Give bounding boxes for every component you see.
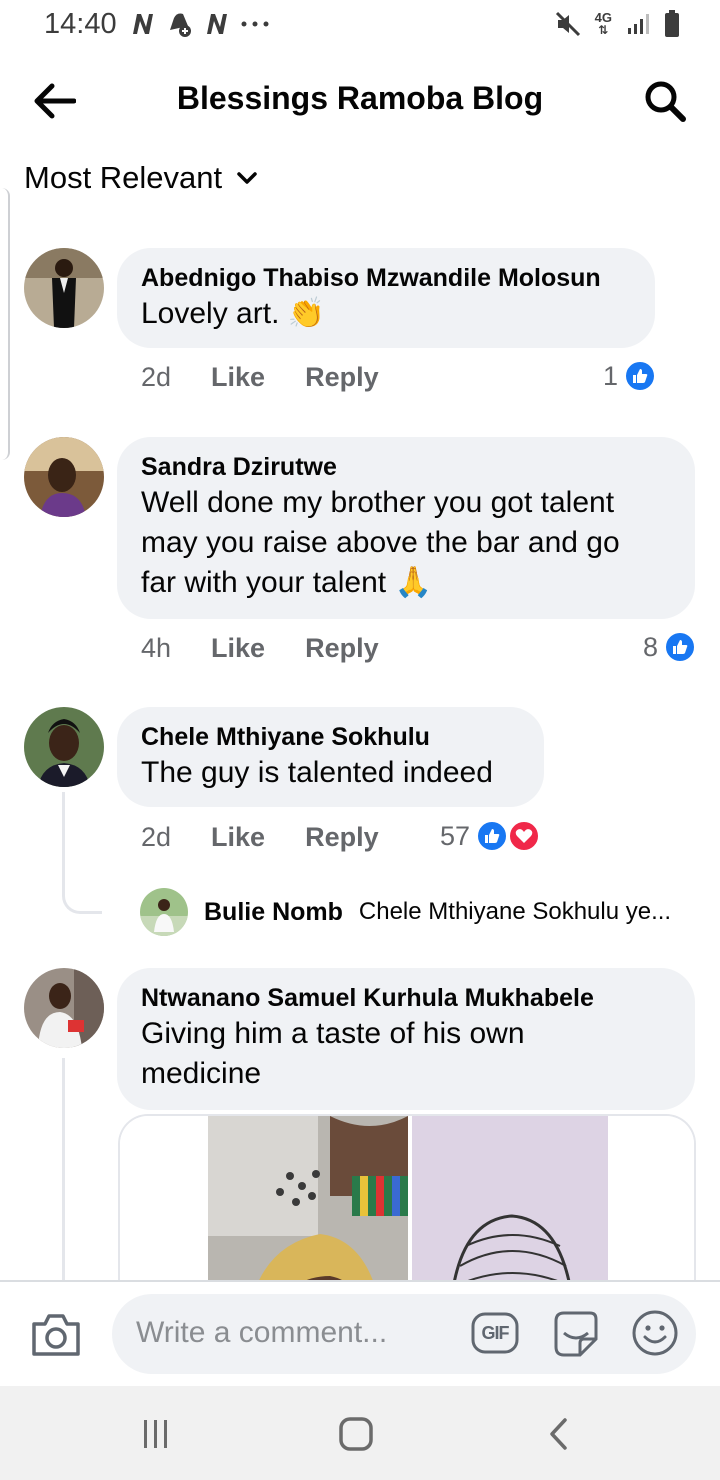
scroll-edge-divider xyxy=(0,188,10,460)
sort-label: Most Relevant xyxy=(24,160,223,195)
status-time: 14:40 xyxy=(44,8,117,40)
love-reaction-icon xyxy=(508,820,541,852)
home-button[interactable] xyxy=(326,1412,386,1456)
clapping-hands-emoji: 👏 xyxy=(287,297,326,330)
commenter-name[interactable]: Abednigo Thabiso Mzwandile Molosun xyxy=(141,262,631,294)
chevron-down-icon xyxy=(237,172,257,184)
comment-actions: 2d Like Reply xyxy=(141,822,379,853)
avatar[interactable] xyxy=(140,888,188,936)
notification-icons xyxy=(130,10,270,38)
avatar[interactable] xyxy=(24,968,104,1048)
reply-button[interactable]: Reply xyxy=(305,633,379,664)
system-back-button[interactable] xyxy=(528,1412,588,1456)
reply-preview[interactable]: Bulie Nomb Chele Mthiyane Sokhulu ye... xyxy=(140,888,671,936)
battery-icon xyxy=(665,10,679,37)
home-icon xyxy=(339,1417,373,1451)
comment-text-line: may you raise above the bar and go xyxy=(141,526,620,559)
comment-text-line: far with your talent 🙏 xyxy=(141,566,432,599)
comment-bubble[interactable]: Ntwanano Samuel Kurhula Mukhabele Giving… xyxy=(117,968,695,1110)
app-header: Blessings Ramoba Blog xyxy=(0,52,720,148)
more-dots-icon xyxy=(241,21,269,27)
recent-apps-icon xyxy=(144,1420,167,1448)
reply-button[interactable]: Reply xyxy=(305,362,379,393)
like-reaction-icon xyxy=(624,360,656,392)
chevron-left-icon xyxy=(550,1418,567,1450)
comment-time[interactable]: 2d xyxy=(141,362,171,393)
sticker-button[interactable] xyxy=(550,1308,600,1358)
camera-button[interactable] xyxy=(30,1312,82,1360)
comment-text: Lovely art. 👏 xyxy=(141,297,326,330)
comment-time[interactable]: 4h xyxy=(141,633,171,664)
page-title: Blessings Ramoba Blog xyxy=(176,80,544,116)
gif-button[interactable]: GIF xyxy=(470,1308,520,1358)
comment-actions: 4h Like Reply xyxy=(141,633,379,664)
notification-badge-icon xyxy=(170,13,191,37)
gif-label: GIF xyxy=(481,1322,510,1343)
reaction-count: 57 xyxy=(440,820,471,851)
signal-icon xyxy=(628,14,649,34)
like-button[interactable]: Like xyxy=(211,633,265,664)
comment-actions: 2d Like Reply xyxy=(141,362,379,393)
reply-button[interactable]: Reply xyxy=(305,822,379,853)
reply-text: Chele Mthiyane Sokhulu ye... xyxy=(358,898,672,925)
emoji-icon xyxy=(632,1310,678,1356)
reaction-summary[interactable]: 8 xyxy=(643,631,696,663)
reaction-summary[interactable]: 1 xyxy=(603,360,656,392)
sticker-icon xyxy=(554,1311,598,1357)
comment-text-line: Well done my brother you got talent xyxy=(141,486,615,519)
commenter-name[interactable]: Sandra Dzirutwe xyxy=(141,451,671,483)
comment-composer: Write a comment... GIF xyxy=(0,1280,720,1386)
commenter-name[interactable]: Chele Mthiyane Sokhulu xyxy=(141,721,520,753)
sort-dropdown[interactable]: Most Relevant xyxy=(24,160,258,196)
reaction-count: 8 xyxy=(642,631,658,662)
like-button[interactable]: Like xyxy=(211,362,265,393)
praying-hands-emoji: 🙏 xyxy=(394,566,432,599)
reaction-summary[interactable]: 57 xyxy=(440,820,541,852)
n-logo-icon xyxy=(207,14,227,34)
like-button[interactable]: Like xyxy=(211,822,265,853)
n-logo-icon xyxy=(133,14,153,34)
reply-thread-line xyxy=(62,792,102,914)
recent-apps-button[interactable] xyxy=(126,1412,186,1456)
commenter-name[interactable]: Ntwanano Samuel Kurhula Mukhabele xyxy=(141,982,671,1014)
comment-text-line: Giving him a taste of his own xyxy=(141,1017,525,1050)
avatar[interactable] xyxy=(24,248,104,328)
comment-bubble[interactable]: Chele Mthiyane Sokhulu The guy is talent… xyxy=(117,707,544,807)
comment-text: The guy is talented indeed xyxy=(141,756,493,789)
system-icons: 4G ⇅ xyxy=(555,10,680,38)
avatar[interactable] xyxy=(24,437,104,517)
search-button[interactable] xyxy=(640,76,690,126)
like-reaction-icon xyxy=(664,631,696,663)
network-4g-icon: 4G ⇅ xyxy=(594,10,612,37)
comment-text-line: medicine xyxy=(141,1057,262,1090)
camera-icon xyxy=(32,1314,80,1356)
mute-icon xyxy=(555,11,580,37)
like-reaction-icon xyxy=(476,820,509,852)
comment-input-placeholder: Write a comment... xyxy=(136,1316,388,1349)
status-bar: 14:40 4G ⇅ xyxy=(0,0,720,52)
system-navigation-bar xyxy=(0,1386,720,1480)
reply-thread-line xyxy=(62,1058,65,1282)
comment-bubble[interactable]: Sandra Dzirutwe Well done my brother you… xyxy=(117,437,695,619)
reply-author-name[interactable]: Bulie Nomb xyxy=(204,898,343,927)
comment-time[interactable]: 2d xyxy=(141,822,171,853)
search-icon xyxy=(645,81,686,122)
avatar[interactable] xyxy=(24,707,104,787)
emoji-button[interactable] xyxy=(630,1308,680,1358)
comment-bubble[interactable]: Abednigo Thabiso Mzwandile Molosun Lovel… xyxy=(117,248,655,348)
reaction-count: 1 xyxy=(602,360,618,391)
